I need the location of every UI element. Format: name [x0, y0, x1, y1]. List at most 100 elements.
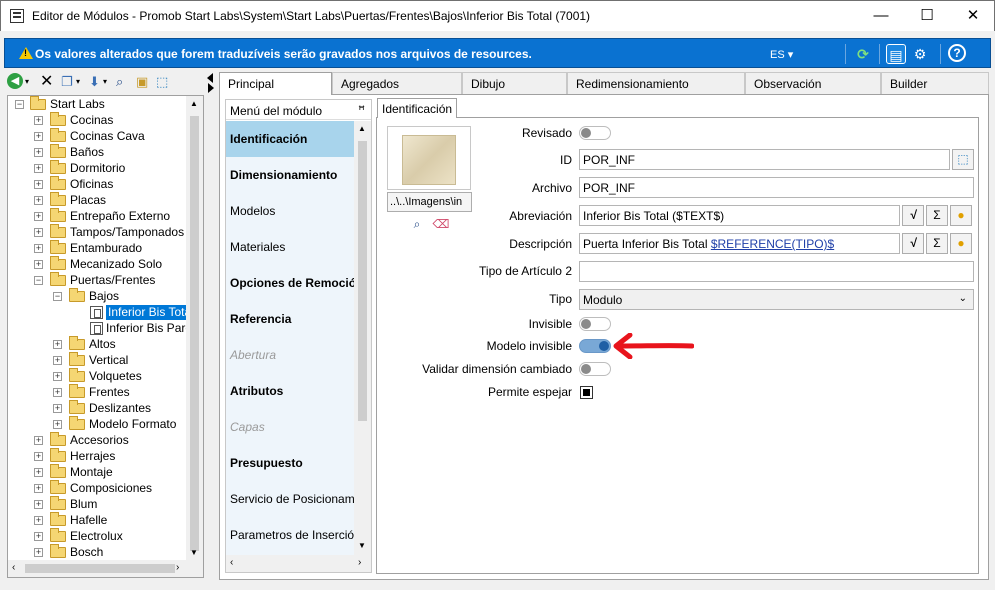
expand-icon[interactable]: + — [34, 468, 43, 477]
expand-icon[interactable]: + — [34, 244, 43, 253]
menu-horizontal-scrollbar[interactable]: ‹ › — [226, 555, 371, 572]
revisado-toggle[interactable] — [579, 126, 611, 140]
expand-icon[interactable]: + — [34, 196, 43, 205]
chevron-down-icon[interactable]: ▾ — [76, 73, 80, 91]
comment-icon[interactable]: ● — [950, 205, 972, 226]
expand-icon[interactable]: + — [53, 420, 62, 429]
sigma-icon[interactable]: Σ — [926, 205, 948, 226]
collapse-left-icon[interactable] — [207, 73, 213, 83]
minimize-button[interactable]: — — [858, 1, 904, 31]
archivo-field[interactable]: POR_INF — [579, 177, 974, 198]
close-button[interactable]: ✕ — [950, 1, 995, 31]
abreviacion-field[interactable]: Inferior Bis Total ($TEXT$) — [579, 205, 900, 226]
scroll-thumb[interactable] — [25, 564, 175, 573]
sigma-icon[interactable]: Σ — [926, 233, 948, 254]
tree-item[interactable]: + Accesorios — [8, 432, 188, 449]
tipo-articulo-2-field[interactable] — [579, 261, 974, 282]
expand-icon[interactable]: + — [53, 372, 62, 381]
tree-item[interactable]: − Puertas/Frentes — [8, 272, 188, 289]
tree-item[interactable]: + Oficinas — [8, 176, 188, 193]
tree-item[interactable]: + Electrolux — [8, 528, 188, 545]
back-icon[interactable]: ◀ — [7, 73, 23, 89]
tree-item[interactable]: + Mecanizado Solo — [8, 256, 188, 273]
tree-item[interactable]: + Volquetes — [8, 368, 188, 385]
scroll-down-icon[interactable]: ▼ — [190, 548, 198, 557]
comment-icon[interactable]: ● — [950, 233, 972, 254]
tab-identificacion[interactable]: Identificación — [377, 98, 458, 118]
expand-icon[interactable]: + — [34, 548, 43, 557]
tree-item[interactable]: − Bajos — [8, 288, 188, 305]
id-field[interactable]: POR_INF — [579, 149, 950, 170]
tipo-select[interactable]: Modulo ⌄ — [579, 289, 974, 310]
menu-item[interactable]: Capas — [226, 409, 354, 445]
expand-icon[interactable]: + — [34, 180, 43, 189]
tree-item[interactable]: + Dormitorio — [8, 160, 188, 177]
expand-icon[interactable]: + — [34, 516, 43, 525]
tree-item[interactable]: Inferior Bis Total — [8, 305, 196, 321]
expand-icon[interactable]: + — [34, 436, 43, 445]
expand-icon[interactable]: + — [53, 340, 62, 349]
module-tree[interactable]: − Start Labs + Cocinas + Cocinas Cava + Baños + D… — [7, 95, 204, 578]
expand-icon[interactable]: + — [34, 452, 43, 461]
menu-vertical-scrollbar[interactable]: ▲ ▼ — [354, 121, 371, 555]
tree-item[interactable]: + Cocinas Cava — [8, 128, 188, 145]
collapse-icon[interactable]: − — [34, 276, 43, 285]
expand-icon[interactable]: + — [53, 356, 62, 365]
chevron-down-icon[interactable]: ▾ — [25, 73, 29, 91]
menu-item[interactable]: Servicio de Posicionamiento — [226, 481, 354, 517]
tree-item[interactable]: + Modelo Formato — [8, 416, 188, 433]
expand-icon[interactable]: + — [34, 532, 43, 541]
pin-icon[interactable]: ꟸ — [358, 103, 365, 117]
tab-builder[interactable]: Builder — [881, 72, 989, 94]
settings-icon[interactable]: ⚙ — [910, 44, 930, 64]
tree-item[interactable]: + Baños — [8, 144, 188, 161]
tree-item[interactable]: + Bosch — [8, 544, 188, 561]
tree-item[interactable]: Inferior Bis Parcial — [8, 321, 203, 337]
expand-icon[interactable]: + — [34, 484, 43, 493]
menu-item[interactable]: Modelos — [226, 193, 354, 229]
maximize-button[interactable]: ☐ — [904, 1, 950, 31]
formula-icon[interactable]: √ — [902, 205, 924, 226]
tree-item[interactable]: + Deslizantes — [8, 400, 188, 417]
expand-icon[interactable]: + — [34, 500, 43, 509]
expand-icon[interactable]: + — [34, 116, 43, 125]
tree-item[interactable]: + Entamburado — [8, 240, 188, 257]
descripcion-field[interactable]: Puerta Inferior Bis Total $REFERENCE(TIP… — [579, 233, 900, 254]
tab-agregados[interactable]: Agregados — [332, 72, 462, 94]
expand-icon[interactable]: + — [34, 260, 43, 269]
menu-item[interactable]: Dimensionamiento — [226, 157, 354, 193]
expand-right-icon[interactable] — [208, 83, 214, 93]
tree-item[interactable]: + Composiciones — [8, 480, 188, 497]
tree-item[interactable]: + Herrajes — [8, 448, 188, 465]
folder-refresh-icon[interactable]: ▣ — [136, 73, 148, 91]
expand-icon[interactable]: + — [34, 212, 43, 221]
menu-item[interactable]: Referencia — [226, 301, 354, 337]
menu-item[interactable]: Materiales — [226, 229, 354, 265]
collapse-icon[interactable]: − — [53, 292, 62, 301]
tree-horizontal-scrollbar[interactable]: ‹ › — [8, 560, 203, 577]
expand-icon[interactable]: + — [34, 164, 43, 173]
tab-observacion[interactable]: Observación — [745, 72, 881, 94]
id-picker-icon[interactable]: ⬚ — [952, 149, 974, 170]
tree-item[interactable]: + Altos — [8, 336, 188, 353]
menu-item[interactable]: Presupuesto — [226, 445, 354, 481]
tree-item[interactable]: + Entrepaño Externo — [8, 208, 188, 225]
menu-item[interactable]: Identificación — [226, 121, 354, 157]
scroll-left-icon[interactable]: ‹ — [12, 562, 15, 573]
copy-icon[interactable]: ❐ — [61, 73, 73, 91]
permite-espejar-checkbox[interactable] — [580, 386, 593, 399]
tree-root[interactable]: − Start Labs — [8, 96, 188, 113]
chevron-down-icon[interactable]: ▾ — [103, 73, 107, 91]
scroll-up-icon[interactable]: ▲ — [358, 124, 366, 133]
tree-item[interactable]: + Cocinas — [8, 112, 188, 129]
invisible-toggle[interactable] — [579, 317, 611, 331]
expand-icon[interactable]: + — [34, 132, 43, 141]
move-down-icon[interactable]: ⬇ — [89, 73, 100, 91]
collapse-icon[interactable]: − — [15, 100, 24, 109]
menu-item[interactable]: Abertura — [226, 337, 354, 373]
tree-item[interactable]: + Vertical — [8, 352, 188, 369]
formula-icon[interactable]: √ — [902, 233, 924, 254]
tree-item[interactable]: + Tampos/Tamponados — [8, 224, 188, 241]
tree-item[interactable]: + Montaje — [8, 464, 188, 481]
find-icon[interactable]: ⌕ — [116, 73, 123, 91]
